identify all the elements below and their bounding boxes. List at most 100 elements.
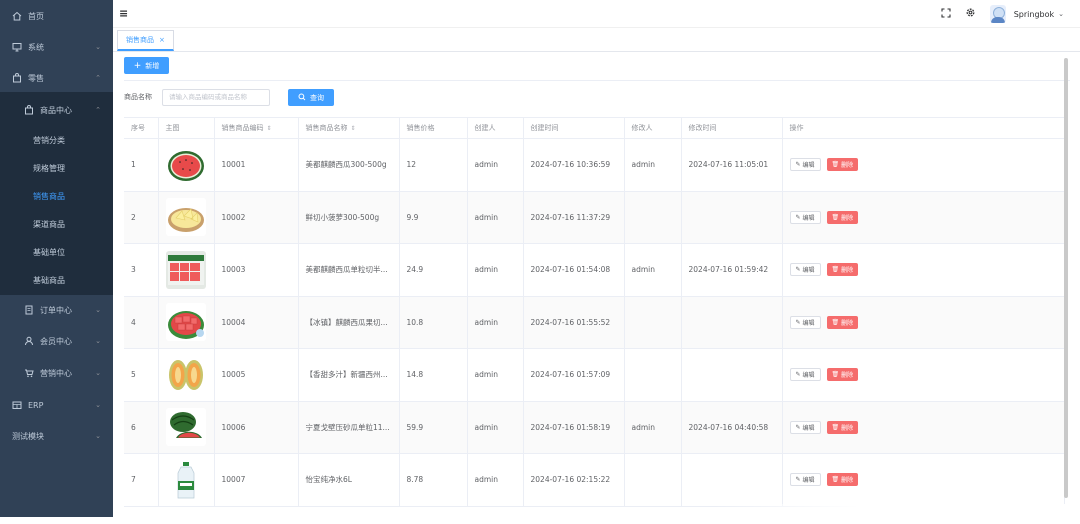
cell-actions: ✎ 编辑 🗑 删除: [782, 138, 1065, 192]
sidebar-item-label: 系统: [28, 42, 44, 52]
chevron-down-icon: ⌄: [95, 43, 101, 51]
sidebar-item-marketing-category[interactable]: 营销分类: [0, 125, 113, 155]
sidebar-item-label: 基础商品: [33, 275, 65, 285]
delete-button[interactable]: 🗑 删除: [826, 158, 859, 172]
header-price: 销售价格: [399, 117, 468, 139]
delete-button[interactable]: 🗑 删除: [826, 473, 859, 487]
sidebar-item-retail[interactable]: 零售 ⌃: [0, 63, 113, 93]
edit-icon: ✎: [795, 213, 801, 221]
cell-modifier: admin: [624, 138, 682, 192]
scrollbar[interactable]: [1064, 58, 1068, 498]
sidebar-item-spec-management[interactable]: 规格管理: [0, 153, 113, 183]
sidebar-item-label: 渠道商品: [33, 219, 65, 229]
product-thumbnail[interactable]: [165, 355, 206, 394]
fullscreen-icon[interactable]: [941, 7, 951, 21]
delete-button[interactable]: 🗑 删除: [826, 420, 859, 434]
cell-modified: [681, 348, 783, 402]
close-icon[interactable]: ×: [159, 36, 165, 44]
edit-button[interactable]: ✎ 编辑: [789, 315, 821, 329]
sidebar-item-base-unit[interactable]: 基础单位: [0, 237, 113, 267]
cell-image[interactable]: [158, 348, 215, 402]
cell-image[interactable]: [158, 191, 215, 244]
cell-modified: [681, 296, 783, 349]
sidebar-item-base-product[interactable]: 基础商品: [0, 265, 113, 295]
sort-icon[interactable]: ⇕: [351, 125, 356, 132]
cell-image[interactable]: [158, 138, 215, 192]
cell-actions: ✎ 编辑 🗑 删除: [782, 453, 1065, 507]
sidebar-item-home[interactable]: 首页: [0, 1, 113, 31]
delete-button[interactable]: 🗑 删除: [826, 263, 859, 277]
product-thumbnail[interactable]: [165, 250, 206, 289]
table-row: 1 10001 美都麒麟西瓜300-500g 12 admin 2024-07-16 10…: [124, 138, 1065, 192]
cell-creator: admin: [467, 453, 524, 507]
chevron-down-icon[interactable]: ⌄: [1058, 10, 1064, 18]
avatar[interactable]: [989, 5, 1006, 23]
gear-icon[interactable]: [965, 7, 976, 21]
edit-button[interactable]: ✎ 编辑: [789, 210, 821, 224]
edit-icon: ✎: [795, 371, 801, 379]
cell-creator: admin: [467, 348, 524, 402]
header-name[interactable]: 销售商品名称 ⇕: [298, 117, 400, 139]
username[interactable]: Springbok: [1014, 10, 1054, 19]
cell-name: 怡宝纯净水6L: [298, 453, 400, 507]
bottom-fade: [713, 504, 1080, 524]
product-thumbnail[interactable]: [165, 303, 206, 342]
tab-label: 销售商品: [126, 36, 154, 44]
product-thumbnail[interactable]: [165, 460, 206, 499]
header-code-label: 销售商品编码: [221, 124, 264, 132]
cell-modified: 2024-07-16 11:05:01: [681, 138, 783, 192]
cell-actions: ✎ 编辑 🗑 删除: [782, 401, 1065, 454]
sort-icon[interactable]: ⇕: [267, 125, 272, 132]
delete-button[interactable]: 🗑 删除: [826, 368, 859, 382]
navbar-right: Springbok ⌄: [927, 4, 1064, 24]
cell-price: 24.9: [399, 243, 468, 297]
cell-index: 1: [124, 138, 159, 192]
sidebar-item-erp[interactable]: ERP ⌄: [0, 390, 113, 420]
search-input[interactable]: 请输入商品编码或商品名称: [162, 89, 270, 106]
edit-button[interactable]: ✎ 编辑: [789, 473, 821, 487]
sidebar-item-member-center[interactable]: 会员中心 ⌄: [0, 326, 113, 356]
sidebar-item-label: 营销中心: [40, 368, 72, 378]
cell-image[interactable]: [158, 401, 215, 454]
hamburger-icon[interactable]: ≡: [119, 7, 128, 20]
sidebar-item-marketing-center[interactable]: 营销中心 ⌄: [0, 358, 113, 388]
cell-created: 2024-07-16 01:54:08: [523, 243, 625, 297]
delete-label: 删除: [841, 267, 854, 275]
add-button[interactable]: + 新增: [124, 57, 169, 74]
tab-sales-product[interactable]: 销售商品 ×: [117, 30, 174, 51]
top-navbar: ≡ Springbok ⌄: [113, 0, 1080, 28]
cell-modified: [681, 191, 783, 244]
trash-icon: 🗑: [831, 318, 840, 326]
sidebar-item-test-module[interactable]: 测试模块 ⌄: [0, 421, 113, 451]
cell-modified: [681, 453, 783, 507]
cell-image[interactable]: [158, 243, 215, 297]
edit-label: 编辑: [802, 424, 815, 432]
delete-button[interactable]: 🗑 删除: [826, 210, 859, 224]
user-icon: [24, 336, 34, 346]
sidebar-item-channel-product[interactable]: 渠道商品: [0, 209, 113, 239]
delete-button[interactable]: 🗑 删除: [826, 315, 859, 329]
edit-button[interactable]: ✎ 编辑: [789, 263, 821, 277]
cell-image[interactable]: [158, 296, 215, 349]
cell-creator: admin: [467, 243, 524, 297]
cell-image[interactable]: [158, 453, 215, 507]
sidebar-item-label: 零售: [28, 73, 44, 83]
edit-button[interactable]: ✎ 编辑: [789, 158, 821, 172]
sidebar-item-system[interactable]: 系统 ⌄: [0, 32, 113, 62]
header-code[interactable]: 销售商品编码 ⇕: [214, 117, 299, 139]
product-thumbnail[interactable]: [165, 145, 206, 184]
query-button[interactable]: 查询: [288, 89, 334, 106]
sidebar-item-order-center[interactable]: 订单中心 ⌄: [0, 295, 113, 325]
product-thumbnail[interactable]: [165, 408, 206, 447]
cell-created: 2024-07-16 01:57:09: [523, 348, 625, 402]
edit-button[interactable]: ✎ 编辑: [789, 420, 821, 434]
cell-modifier: admin: [624, 401, 682, 454]
sidebar-item-product-center[interactable]: 商品中心 ⌃: [0, 95, 113, 125]
edit-button[interactable]: ✎ 编辑: [789, 368, 821, 382]
chevron-down-icon: ⌄: [95, 432, 101, 440]
product-thumbnail[interactable]: [165, 198, 206, 237]
chevron-up-icon: ⌃: [95, 106, 101, 114]
chevron-down-icon: ⌄: [95, 401, 101, 409]
sidebar-item-label: 首页: [28, 11, 44, 21]
sidebar-item-sales-product[interactable]: 销售商品: [0, 181, 113, 211]
